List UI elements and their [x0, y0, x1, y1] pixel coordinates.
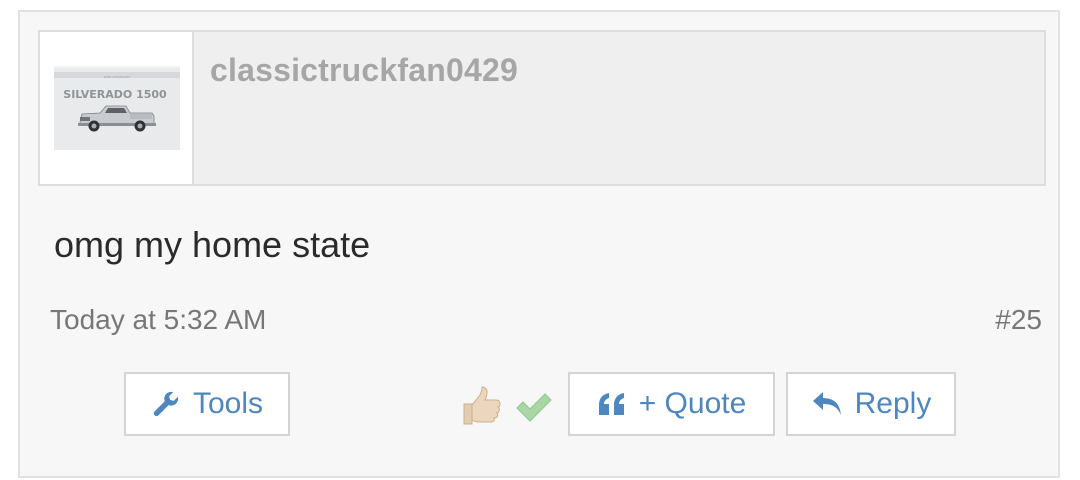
reply-button[interactable]: Reply — [786, 372, 956, 436]
reply-label: Reply — [854, 387, 932, 420]
checkmark-icon[interactable] — [514, 390, 554, 424]
post-number[interactable]: #25 — [995, 304, 1042, 336]
quote-label: + Quote — [638, 387, 747, 420]
post-user-header: 2000 CHEVROLET SILVERADO 1500 classictru… — [38, 30, 1046, 186]
truck-avatar-image: 2000 CHEVROLET SILVERADO 1500 — [54, 66, 180, 150]
forum-post: 2000 CHEVROLET SILVERADO 1500 classictru… — [18, 10, 1060, 478]
tools-button[interactable]: Tools — [124, 372, 290, 436]
quote-button[interactable]: + Quote — [568, 372, 775, 436]
post-message: omg my home state — [54, 224, 371, 265]
wrench-icon — [153, 391, 179, 417]
quote-marks-icon — [598, 393, 624, 415]
avatar[interactable]: 2000 CHEVROLET SILVERADO 1500 — [40, 32, 194, 184]
reply-arrow-icon — [812, 392, 841, 415]
username[interactable]: classictruckfan0429 — [210, 52, 518, 89]
tools-label: Tools — [192, 387, 264, 420]
post-timestamp[interactable]: Today at 5:32 AM — [50, 304, 266, 336]
avatar-brand-text: 2000 CHEVROLET — [104, 75, 131, 79]
avatar-model-text: SILVERADO 1500 — [63, 88, 167, 101]
thumbs-up-icon[interactable] — [460, 384, 504, 428]
